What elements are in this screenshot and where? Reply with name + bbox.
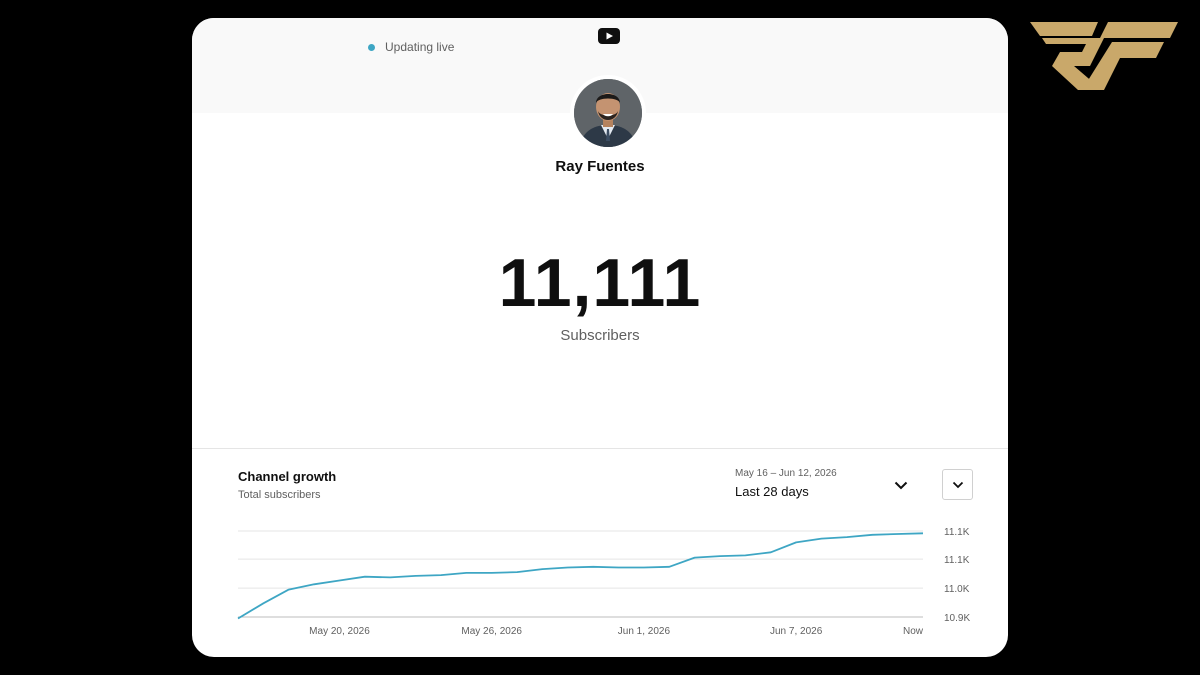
- data-point[interactable]: [844, 534, 850, 540]
- section-divider: [192, 448, 1008, 449]
- avatar-portrait: [574, 79, 642, 147]
- data-point[interactable]: [438, 572, 444, 578]
- data-point[interactable]: [895, 531, 901, 537]
- expand-chart-button[interactable]: [942, 469, 973, 500]
- x-tick-label: May 26, 2026: [461, 626, 522, 637]
- data-point[interactable]: [641, 565, 647, 571]
- y-tick-label: 11.0K: [944, 584, 970, 595]
- data-point[interactable]: [311, 581, 317, 587]
- data-point[interactable]: [387, 574, 393, 580]
- channel-growth-title: Channel growth: [238, 469, 337, 484]
- period-select-label[interactable]: Last 28 days: [735, 484, 809, 499]
- data-point[interactable]: [793, 539, 799, 545]
- y-tick-label: 11.1K: [944, 527, 970, 538]
- data-point[interactable]: [539, 566, 545, 572]
- data-point[interactable]: [590, 564, 596, 570]
- x-tick-label: Jun 1, 2026: [618, 626, 671, 637]
- y-tick-label: 10.9K: [944, 613, 970, 624]
- data-point[interactable]: [463, 570, 469, 576]
- y-tick-label: 11.1K: [944, 555, 970, 566]
- data-point[interactable]: [260, 600, 266, 606]
- live-dot-icon: [368, 43, 375, 51]
- subscriber-series-line: [237, 532, 924, 620]
- youtube-icon: [598, 28, 620, 44]
- live-status: Updating live: [368, 40, 454, 54]
- data-point[interactable]: [514, 569, 520, 575]
- x-tick-label: Now: [903, 626, 924, 637]
- data-point[interactable]: [286, 587, 292, 593]
- data-point[interactable]: [742, 552, 748, 558]
- chevron-down-icon: [894, 481, 908, 489]
- data-point[interactable]: [489, 570, 495, 576]
- data-point[interactable]: [336, 577, 342, 583]
- data-point[interactable]: [616, 565, 622, 571]
- data-point[interactable]: [413, 573, 419, 579]
- x-tick-label: Jun 7, 2026: [770, 626, 823, 637]
- subscriber-label: Subscribers: [560, 327, 640, 344]
- data-point[interactable]: [692, 555, 698, 561]
- data-point[interactable]: [869, 532, 875, 538]
- chevron-down-icon: [952, 481, 963, 488]
- avatar: [570, 75, 646, 151]
- channel-name: Ray Fuentes: [555, 158, 645, 175]
- live-status-text: Updating live: [385, 40, 455, 54]
- subscriber-count: 11,111: [498, 245, 702, 321]
- data-point[interactable]: [235, 616, 241, 622]
- period-dropdown-button[interactable]: [890, 474, 912, 496]
- data-point[interactable]: [565, 565, 571, 571]
- data-point[interactable]: [920, 530, 926, 536]
- data-point[interactable]: [819, 536, 825, 542]
- date-range-text: May 16 – Jun 12, 2026: [735, 468, 837, 479]
- x-tick-label: May 20, 2026: [309, 626, 370, 637]
- data-point[interactable]: [768, 549, 774, 555]
- rf-logo: [1030, 22, 1178, 90]
- data-point[interactable]: [666, 564, 672, 570]
- data-point[interactable]: [362, 574, 368, 580]
- subscriber-count-card: Updating live Ray Fuentes 11,111 Subscri…: [192, 18, 1008, 657]
- data-point[interactable]: [717, 553, 723, 559]
- avatar-photo: [574, 79, 642, 147]
- subscriber-growth-chart: 11.1K 11.1K 11.0K 10.9K May 20, 2026 May 26, …: [235, 527, 970, 637]
- channel-growth-subtitle: Total subscribers: [238, 489, 321, 501]
